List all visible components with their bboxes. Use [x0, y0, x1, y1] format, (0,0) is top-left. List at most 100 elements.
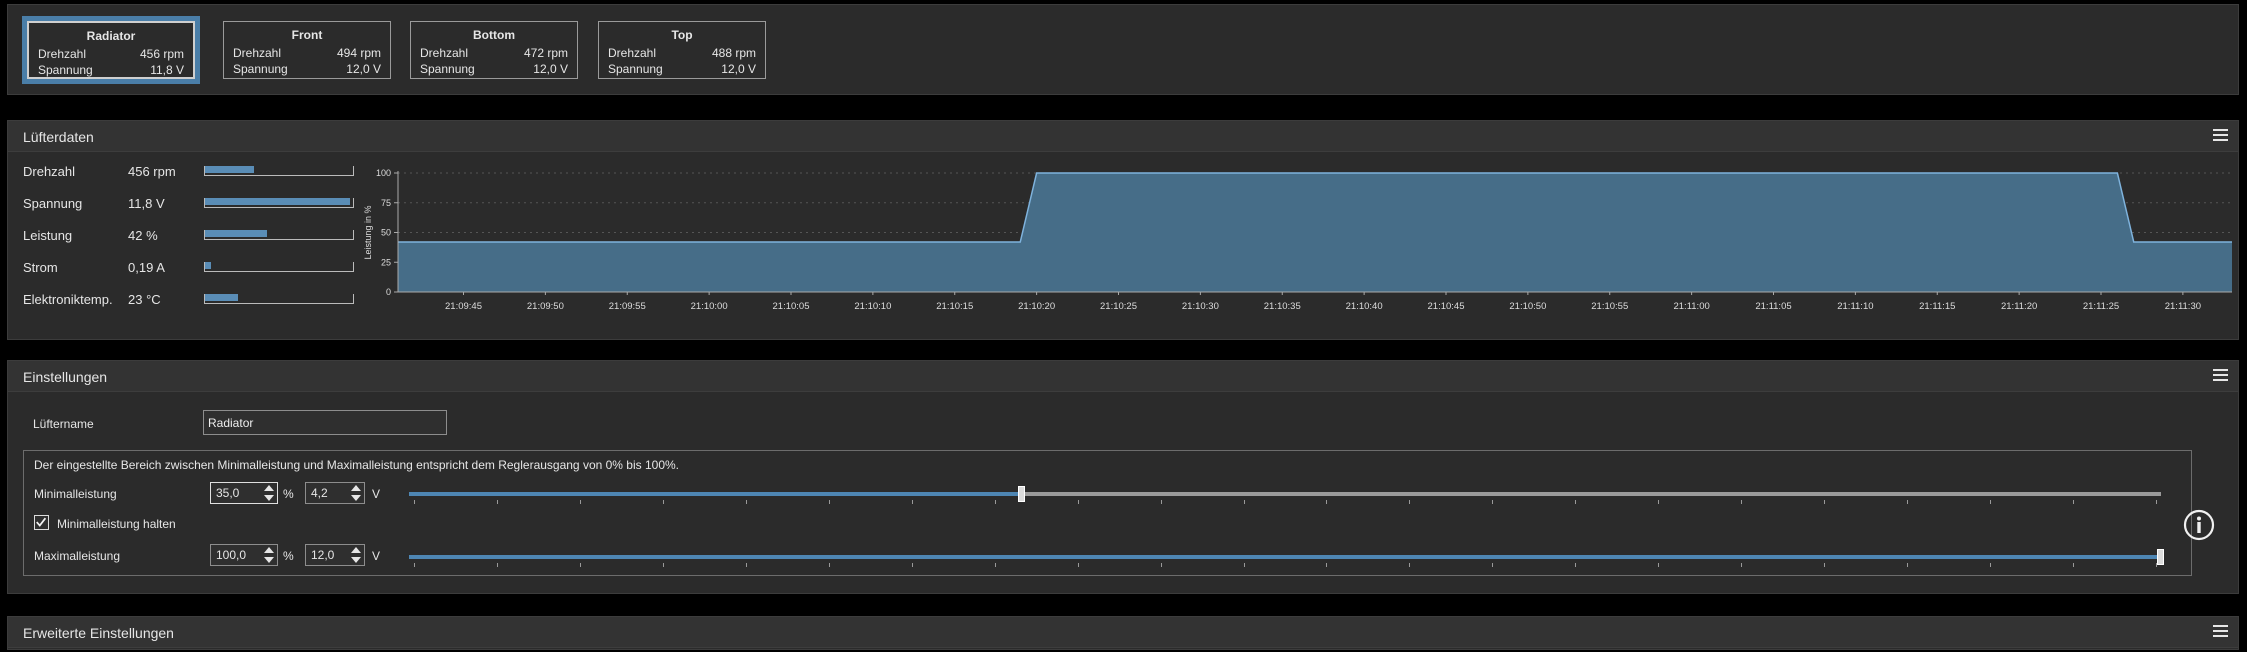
- max-percent-spinner[interactable]: 100,0: [210, 544, 278, 566]
- fan-card-front[interactable]: Front Drehzahl 494 rpm Spannung 12,0 V: [223, 21, 391, 79]
- spinner-value: 35,0: [216, 486, 240, 500]
- slider-ticks: [414, 563, 2157, 568]
- metric-electronics-temp: Elektroniktemp. 23 °C: [23, 290, 354, 310]
- slider-tick: [2073, 500, 2075, 504]
- x-tick-label: 21:11:10: [1837, 301, 1873, 312]
- slider-tick: [994, 500, 996, 504]
- slider-tick: [911, 500, 913, 504]
- slider-tick: [1907, 500, 1909, 504]
- spinner-arrows-icon[interactable]: [263, 484, 275, 502]
- min-percent-spinner[interactable]: 35,0: [210, 482, 278, 504]
- spinner-arrows-icon[interactable]: [263, 546, 275, 564]
- slider-tick: [1990, 500, 1992, 504]
- metric-label: Spannung: [23, 196, 83, 211]
- panel-title: Erweiterte Einstellungen: [23, 625, 174, 641]
- slider-tick: [2156, 500, 2157, 504]
- min-power-slider[interactable]: [409, 486, 2161, 502]
- fan-card-title: Top: [671, 28, 693, 42]
- percent-unit: %: [283, 549, 294, 563]
- metric-label: Elektroniktemp.: [23, 292, 113, 307]
- slider-tick: [1824, 563, 1826, 567]
- y-tick-label: 75: [381, 198, 391, 208]
- slider-tick: [994, 563, 996, 567]
- slider-tick: [1077, 500, 1079, 504]
- metric-bar: [204, 198, 354, 208]
- slider-tick: [1741, 563, 1743, 567]
- slider-tick: [1492, 500, 1494, 504]
- max-volt-spinner[interactable]: 12,0: [305, 544, 365, 566]
- voltage-value: 12,0 V: [533, 62, 568, 76]
- slider-tick: [911, 563, 913, 567]
- fan-card-bottom[interactable]: Bottom Drehzahl 472 rpm Spannung 12,0 V: [410, 21, 578, 79]
- fan-card-radiator[interactable]: Radiator Drehzahl 456 rpm Spannung 11,8 V: [22, 16, 200, 84]
- x-tick-label: 21:10:55: [1591, 301, 1628, 312]
- range-info-text: Der eingestellte Bereich zwischen Minima…: [34, 458, 679, 472]
- metric-value: 42 %: [128, 228, 158, 243]
- slider-tick: [1326, 563, 1328, 567]
- spinner-arrows-icon[interactable]: [350, 546, 362, 564]
- x-tick-label: 21:11:15: [1919, 301, 1955, 312]
- x-tick-label: 21:10:35: [1264, 301, 1301, 312]
- speed-value: 488 rpm: [711, 46, 756, 60]
- fan-selector-panel: Radiator Drehzahl 456 rpm Spannung 11,8 V …: [7, 4, 2239, 95]
- voltage-value: 12,0 V: [346, 62, 381, 76]
- slider-tick: [414, 563, 415, 567]
- slider-thumb[interactable]: [2157, 549, 2164, 565]
- menu-icon[interactable]: [2213, 625, 2228, 638]
- slider-tick: [1741, 500, 1743, 504]
- min-volt-spinner[interactable]: 4,2: [305, 482, 365, 504]
- panel-header[interactable]: Erweiterte Einstellungen: [8, 617, 2238, 648]
- power-range-group: Der eingestellte Bereich zwischen Minima…: [23, 450, 2192, 576]
- x-tick-label: 21:11:25: [2083, 301, 2119, 312]
- speed-value: 494 rpm: [336, 46, 381, 60]
- x-tick-label: 21:11:20: [2001, 301, 2037, 312]
- slider-tick: [1409, 563, 1411, 567]
- metric-voltage: Spannung 11,8 V: [23, 194, 354, 214]
- min-power-label: Minimalleistung: [34, 487, 117, 501]
- fan-name-label: Lüftername: [33, 417, 94, 431]
- panel-header: Einstellungen: [8, 361, 2238, 392]
- metric-bar: [204, 294, 354, 304]
- slider-tick: [1907, 563, 1909, 567]
- slider-tick: [1575, 500, 1577, 504]
- menu-icon[interactable]: [2213, 369, 2228, 382]
- max-power-label: Maximalleistung: [34, 549, 121, 563]
- voltage-label: Spannung: [233, 62, 288, 76]
- speed-value: 456 rpm: [139, 47, 184, 61]
- volt-unit: V: [372, 487, 381, 501]
- metric-label: Leistung: [23, 228, 73, 243]
- metric-label: Strom: [23, 260, 58, 275]
- metric-bar-fill: [205, 166, 254, 173]
- spinner-value: 4,2: [311, 486, 328, 500]
- panel-title: Lüfterdaten: [23, 129, 94, 145]
- metric-label: Drehzahl: [23, 164, 76, 179]
- menu-icon[interactable]: [2213, 129, 2228, 142]
- slider-tick: [496, 500, 498, 504]
- power-chart: 0 25 50 75 100 21:09:45 21:09:50 21:09:55 21:10:…: [363, 168, 2232, 312]
- y-tick-label: 0: [386, 287, 391, 297]
- slider-tick: [1160, 563, 1162, 567]
- metric-bar-fill: [205, 262, 211, 269]
- y-tick-label: 100: [376, 168, 391, 178]
- x-tick-label: 21:10:05: [773, 301, 810, 312]
- slider-tick: [662, 500, 664, 504]
- slider-tick: [2156, 563, 2157, 567]
- metric-power: Leistung 42 %: [23, 226, 354, 246]
- fan-card-title: Radiator: [86, 29, 136, 43]
- x-tick-label: 21:09:45: [445, 301, 482, 312]
- slider-tick: [1492, 563, 1494, 567]
- x-tick-label: 21:11:00: [1673, 301, 1709, 312]
- max-power-slider[interactable]: [409, 549, 2164, 565]
- x-tick-label: 21:10:00: [691, 301, 728, 312]
- panel-title: Einstellungen: [23, 369, 108, 385]
- voltage-label: Spannung: [420, 62, 475, 76]
- slider-tick: [1243, 563, 1245, 567]
- slider-tick: [1243, 500, 1245, 504]
- spinner-value: 100,0: [216, 548, 247, 562]
- hold-min-checkbox[interactable]: [34, 515, 49, 530]
- x-tick-label: 21:10:40: [1346, 301, 1383, 312]
- spinner-arrows-icon[interactable]: [350, 484, 362, 502]
- info-circle-icon[interactable]: [2183, 509, 2215, 541]
- fan-card-top[interactable]: Top Drehzahl 488 rpm Spannung 12,0 V: [598, 21, 766, 79]
- fan-name-input[interactable]: [203, 410, 447, 435]
